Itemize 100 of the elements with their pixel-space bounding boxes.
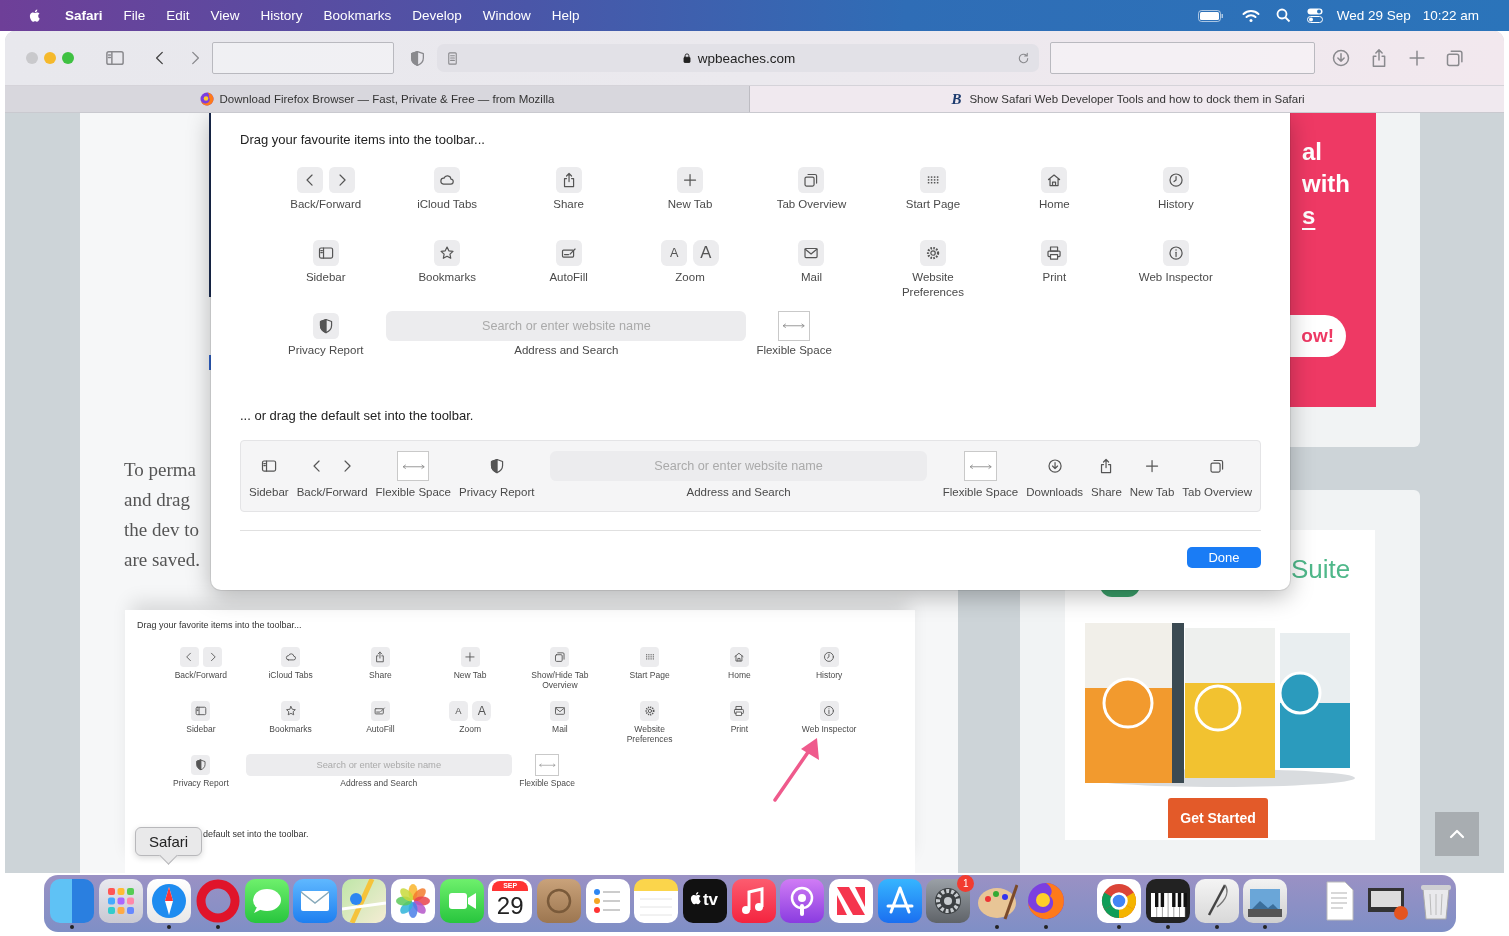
settings-icon[interactable] xyxy=(919,239,946,266)
menu-item[interactable]: Bookmarks xyxy=(323,8,392,23)
cloud-icon[interactable] xyxy=(434,166,461,193)
address-bar[interactable]: wpbeaches.com xyxy=(437,44,1039,72)
sidebar-icon[interactable] xyxy=(312,239,339,266)
chevron-up-icon[interactable] xyxy=(1449,829,1465,839)
done-button[interactable]: Done xyxy=(1187,547,1261,569)
plus-icon[interactable] xyxy=(460,647,480,667)
shield-icon[interactable] xyxy=(312,313,339,339)
item-label: History xyxy=(815,669,843,681)
battery-icon[interactable] xyxy=(1197,9,1224,22)
section-title: default set into the toolbar. xyxy=(203,829,309,839)
quill-icon[interactable] xyxy=(1194,879,1239,923)
search-icon[interactable] xyxy=(1275,8,1291,23)
item-label: Back/Forward xyxy=(290,197,362,212)
envelope-icon[interactable] xyxy=(550,701,570,721)
item-label: Web Inspector xyxy=(801,723,857,735)
share-icon[interactable] xyxy=(370,647,390,667)
plus-icon[interactable] xyxy=(1407,48,1427,68)
envelope-icon[interactable] xyxy=(293,879,338,923)
item-label: Sidebar xyxy=(305,270,346,285)
menu-time[interactable]: 10:22 am xyxy=(1422,8,1479,23)
clock-icon[interactable] xyxy=(819,647,839,667)
menu-item[interactable]: Safari xyxy=(65,8,103,23)
control-center-icon[interactable] xyxy=(1306,8,1323,23)
banner-button[interactable]: ow! xyxy=(1290,315,1346,357)
image-viewer-icon[interactable] xyxy=(1243,879,1288,923)
grid-icon[interactable] xyxy=(919,166,946,193)
item-label: AutoFill xyxy=(549,270,588,285)
address-field[interactable]: Search or enter website name xyxy=(386,310,747,342)
item-label: Share xyxy=(369,669,392,681)
grid-icon[interactable] xyxy=(98,879,143,923)
tabs-icon[interactable] xyxy=(550,647,570,667)
printer-icon[interactable] xyxy=(729,701,749,721)
app-store-icon[interactable] xyxy=(877,879,922,923)
menu-item[interactable]: File xyxy=(123,8,146,23)
news-icon[interactable] xyxy=(829,879,873,923)
menu-item[interactable]: Help xyxy=(551,8,580,23)
info-icon[interactable] xyxy=(819,701,839,721)
flower-icon[interactable] xyxy=(390,879,435,923)
home-icon[interactable] xyxy=(729,647,749,667)
compass-icon[interactable] xyxy=(147,879,192,923)
apple-logo-icon[interactable] xyxy=(27,7,43,24)
tab[interactable]: B Show Safari Web Developer Tools and how to dock them in Safari xyxy=(750,86,1504,112)
grid-icon[interactable] xyxy=(640,647,660,667)
item-label: iCloud Tabs xyxy=(417,197,478,212)
get-started-button[interactable]: Get Started xyxy=(1168,798,1268,838)
home-icon[interactable] xyxy=(1041,166,1068,193)
wifi-icon[interactable] xyxy=(1241,8,1260,23)
cloud-icon[interactable] xyxy=(281,647,301,667)
tab[interactable]: Download Firefox Browser — Fast, Private & Free — from Mozilla xyxy=(5,86,750,112)
menu-item[interactable]: View xyxy=(210,8,240,23)
item-label: Privacy Report xyxy=(288,343,364,358)
music-note-icon[interactable] xyxy=(731,879,776,923)
card-pencil-icon[interactable] xyxy=(370,701,390,721)
letter-key[interactable]: A xyxy=(448,701,469,721)
settings-icon[interactable] xyxy=(640,701,660,721)
podcast-icon[interactable] xyxy=(780,879,825,923)
item-label: Show/Hide Tab Overview xyxy=(530,669,590,692)
download-icon[interactable] xyxy=(1331,48,1351,68)
menu-item[interactable]: Develop xyxy=(412,8,462,23)
tv-app-icon[interactable] xyxy=(682,879,727,923)
letter-key[interactable]: A xyxy=(692,240,719,266)
letter-key[interactable]: A xyxy=(472,701,492,721)
item-label: Start Page xyxy=(905,197,961,212)
tabs-icon[interactable] xyxy=(798,166,825,193)
share-icon[interactable] xyxy=(555,166,582,193)
info-icon[interactable] xyxy=(1162,239,1189,266)
article-paragraph: To perma and drag the dev to are saved. xyxy=(124,458,200,572)
default-toolbar-set[interactable]: Sidebar Back/Forward Flexible Space Privacy Report Search or enter website name Address and Search Flexible Space Downloads Share New Tab Tab Overview xyxy=(240,440,1261,513)
item-label: Tab Overview xyxy=(776,197,847,212)
gear-icon[interactable] xyxy=(926,879,971,923)
printer-icon[interactable] xyxy=(1041,239,1068,266)
checklist-icon[interactable] xyxy=(585,879,630,923)
item-label: Privacy Report xyxy=(173,777,229,789)
address-field[interactable]: Search or enter website name xyxy=(550,451,927,482)
promo-title: Suite xyxy=(1291,554,1352,584)
section-title: Drag your favorite items into the toolbar... xyxy=(137,620,302,630)
menu-item[interactable]: Window xyxy=(482,8,531,23)
shield-icon[interactable] xyxy=(191,755,211,775)
map-icon[interactable] xyxy=(342,879,387,923)
page-icon[interactable] xyxy=(445,50,460,66)
menu-item[interactable]: Edit xyxy=(166,8,190,23)
plus-icon[interactable] xyxy=(677,166,703,193)
banner-text: s xyxy=(1302,201,1316,231)
envelope-icon[interactable] xyxy=(798,239,825,266)
reload-icon[interactable] xyxy=(1016,50,1031,66)
item-label: New Tab xyxy=(1129,485,1175,500)
clock-icon[interactable] xyxy=(1162,166,1189,193)
address-field[interactable]: Search or enter website name xyxy=(245,753,512,777)
menu-date[interactable]: Wed 29 Sep xyxy=(1336,8,1411,23)
tab-title: Show Safari Web Developer Tools and how to dock them in Safari xyxy=(969,93,1305,105)
letter-key[interactable]: A xyxy=(661,240,688,266)
piano-keys-icon[interactable] xyxy=(1145,879,1190,923)
chat-bubble-icon[interactable] xyxy=(244,879,289,923)
item-label: Back/Forward xyxy=(174,669,228,681)
sidebar-icon[interactable] xyxy=(191,701,211,721)
menu-item[interactable]: History xyxy=(260,8,303,23)
tooltip: Safari xyxy=(135,827,203,863)
card-pencil-icon[interactable] xyxy=(555,239,582,266)
